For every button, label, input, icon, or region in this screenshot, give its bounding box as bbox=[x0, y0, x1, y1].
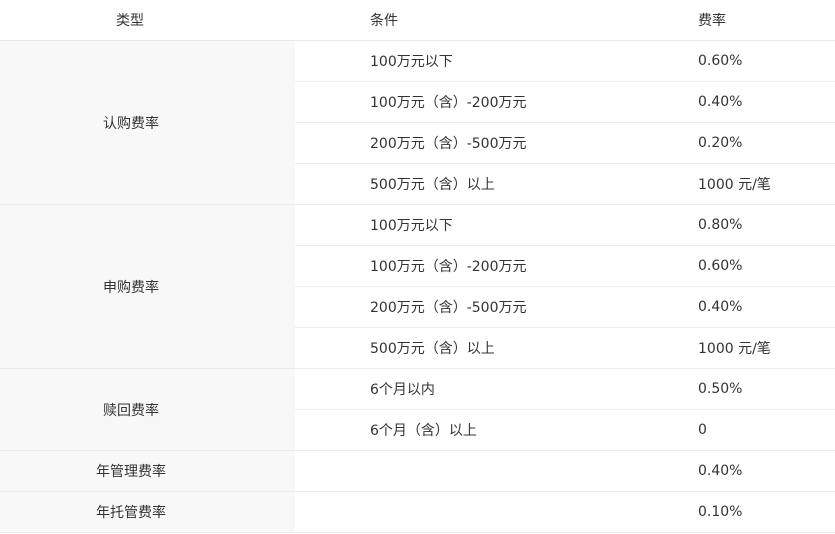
condition-cell: 200万元（含）-500万元 bbox=[295, 122, 592, 164]
rate-cell: 0.60% bbox=[592, 40, 835, 82]
fee-type-label: 赎回费率 bbox=[103, 402, 159, 419]
fee-type-cell: 认购费率 bbox=[0, 40, 295, 205]
table-row: 赎回费率 6个月以内 0.50% bbox=[0, 368, 835, 451]
table-row: 年托管费率 0.10% bbox=[0, 491, 835, 533]
condition-cell: 100万元以下 bbox=[295, 204, 592, 246]
fee-type-cell: 申购费率 bbox=[0, 204, 295, 369]
header-row: 类型 条件 费率 bbox=[0, 0, 835, 41]
table-row: 认购费率 100万元以下 0.60% bbox=[0, 40, 835, 205]
header-condition: 条件 bbox=[295, 0, 592, 41]
condition-cell: 6个月以内 bbox=[295, 368, 592, 410]
table-row: 年管理费率 0.40% bbox=[0, 450, 835, 492]
header-rate: 费率 bbox=[592, 0, 835, 41]
condition-cell: 200万元（含）-500万元 bbox=[295, 286, 592, 328]
fee-type-cell: 年托管费率 bbox=[0, 491, 295, 533]
condition-cell bbox=[295, 491, 592, 533]
rate-cell: 1000 元/笔 bbox=[592, 327, 835, 369]
condition-cell: 100万元（含）-200万元 bbox=[295, 81, 592, 123]
condition-cell bbox=[295, 450, 592, 492]
header-type: 类型 bbox=[0, 0, 295, 41]
table-row: 申购费率 100万元以下 0.80% bbox=[0, 204, 835, 369]
table-body: 认购费率 100万元以下 0.60% 100万元（含）-200万元 0.40% 200万元… bbox=[0, 40, 835, 533]
rate-cell: 0.60% bbox=[592, 245, 835, 287]
rate-cell: 0.10% bbox=[592, 491, 835, 533]
rate-cell: 0.40% bbox=[592, 81, 835, 123]
condition-cell: 100万元以下 bbox=[295, 40, 592, 82]
rate-cell: 0.50% bbox=[592, 368, 835, 410]
condition-cell: 500万元（含）以上 bbox=[295, 163, 592, 205]
rate-cell: 1000 元/笔 bbox=[592, 163, 835, 205]
fee-type-label: 申购费率 bbox=[103, 279, 159, 296]
fee-type-label: 年托管费率 bbox=[96, 505, 166, 521]
condition-cell: 500万元（含）以上 bbox=[295, 327, 592, 369]
rate-cell: 0 bbox=[592, 409, 835, 451]
fee-table: 类型 条件 费率 认购费率 100万元以下 0.60% 100万元（含）-200万元 0… bbox=[0, 0, 835, 533]
rate-cell: 0.40% bbox=[592, 286, 835, 328]
fee-type-label: 年管理费率 bbox=[96, 464, 166, 480]
condition-cell: 100万元（含）-200万元 bbox=[295, 245, 592, 287]
table-header: 类型 条件 费率 bbox=[0, 0, 835, 41]
fee-type-label: 认购费率 bbox=[103, 115, 159, 132]
rate-cell: 0.80% bbox=[592, 204, 835, 246]
fee-type-cell: 赎回费率 bbox=[0, 368, 295, 451]
fee-type-cell: 年管理费率 bbox=[0, 450, 295, 492]
condition-cell: 6个月（含）以上 bbox=[295, 409, 592, 451]
rate-cell: 0.40% bbox=[592, 450, 835, 492]
rate-cell: 0.20% bbox=[592, 122, 835, 164]
